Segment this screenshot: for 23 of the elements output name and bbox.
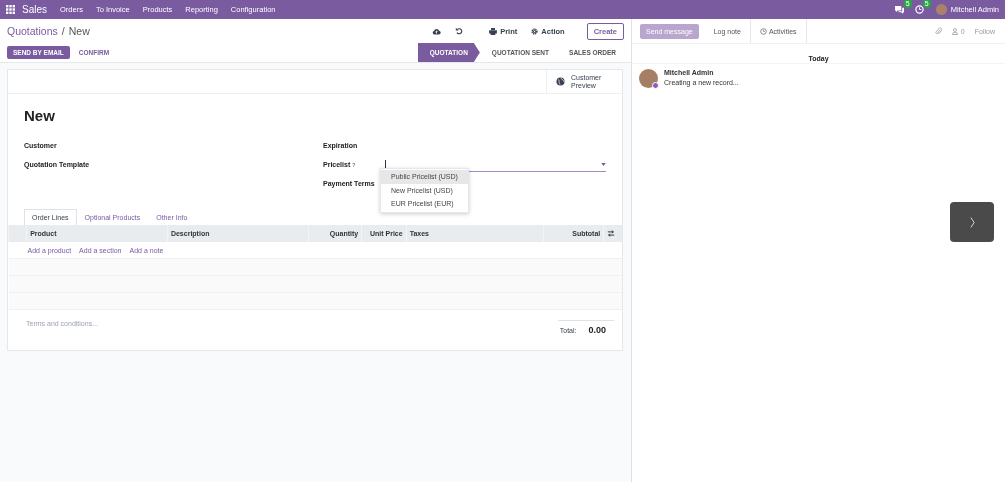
- cloud-upload-icon[interactable]: [432, 27, 442, 35]
- undo-icon[interactable]: [455, 27, 464, 35]
- chat-bubbles-icon: [893, 5, 905, 14]
- chevron-right-icon: [969, 215, 975, 229]
- column-settings-icon: [607, 230, 616, 237]
- clock-icon: [759, 27, 767, 35]
- total-amount: 0.00: [588, 325, 606, 335]
- apps-menu-icon: [6, 5, 15, 14]
- record-title: New: [24, 107, 56, 126]
- printer-icon: [489, 27, 498, 35]
- person-icon: [951, 27, 958, 35]
- gear-icon: [531, 27, 539, 35]
- globe-icon: [556, 77, 565, 86]
- breadcrumb-link[interactable]: Quotations: [7, 25, 58, 37]
- next-button[interactable]: [950, 202, 994, 242]
- breadcrumb-separator: /: [61, 25, 65, 37]
- online-status-dot: [652, 82, 659, 89]
- paperclip-icon[interactable]: [934, 26, 942, 36]
- breadcrumb-current: New: [68, 25, 90, 37]
- app-name[interactable]: Sales: [22, 4, 47, 15]
- clock-icon: [914, 5, 924, 14]
- caret-icon: [601, 162, 606, 166]
- user-avatar[interactable]: [935, 4, 947, 15]
